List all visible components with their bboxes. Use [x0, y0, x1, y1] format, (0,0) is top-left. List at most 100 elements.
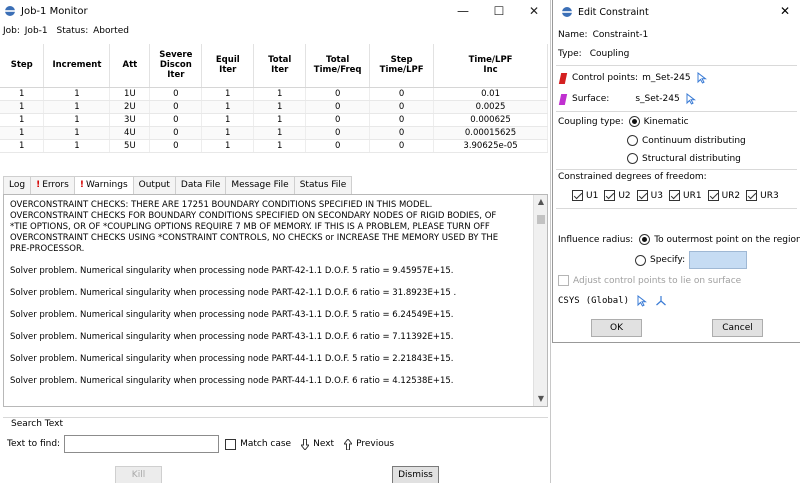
next-button[interactable]: Next	[301, 438, 334, 450]
table-cell: 0	[305, 113, 371, 128]
vertical-scrollbar[interactable]: ▲ ▼	[533, 195, 547, 406]
scroll-down-icon[interactable]: ▼	[534, 392, 547, 406]
column-header[interactable]: Total Iter	[253, 44, 307, 88]
table-row[interactable]: 1 1 3U 0 1 1 0 0 0.000625	[0, 113, 548, 128]
coupling-type-row: Coupling type: Kinematic	[558, 116, 689, 127]
tab-status-file[interactable]: Status File	[293, 176, 353, 194]
tab-data-file[interactable]: Data File	[174, 176, 227, 194]
type-value: Coupling	[589, 49, 630, 59]
dof-checkbox-ur2[interactable]	[707, 190, 719, 201]
separator	[556, 111, 797, 112]
csys-axes-icon[interactable]	[655, 295, 667, 307]
table-cell: 5U	[109, 139, 151, 154]
table-cell: 1	[0, 126, 45, 141]
status-label: Status:	[56, 26, 89, 36]
arrow-down-icon	[301, 438, 310, 450]
ok-button[interactable]: OK	[591, 319, 642, 337]
dialog-close-button[interactable]: ✕	[780, 4, 790, 18]
arrow-up-icon	[344, 438, 353, 450]
tab-errors-label: Errors	[42, 180, 69, 190]
column-header[interactable]: Time/LPF Inc	[433, 44, 548, 88]
edit-selection-arrow-icon[interactable]	[697, 72, 707, 84]
maximize-button[interactable]: ☐	[482, 0, 516, 22]
table-cell: 1	[43, 113, 111, 128]
text-to-find-input[interactable]	[64, 435, 220, 453]
dof-label-u2: U2	[618, 190, 631, 201]
radio-kinematic[interactable]	[628, 116, 640, 127]
table-row[interactable]: 1 1 2U 0 1 1 0 0 0.0025	[0, 100, 548, 114]
column-header[interactable]: Severe Discon Iter	[149, 44, 203, 88]
radio-specify[interactable]	[635, 254, 646, 266]
dof-label-row: Constrained degrees of freedom:	[558, 172, 707, 182]
cancel-button[interactable]: Cancel	[712, 319, 763, 337]
type-row: Type: Coupling	[558, 49, 629, 59]
dof-checkbox-ur3[interactable]	[746, 190, 758, 201]
tab-warnings[interactable]: ! Warnings	[73, 176, 134, 195]
select-csys-arrow-icon[interactable]	[637, 295, 648, 307]
surface-value: s_Set-245	[635, 94, 680, 104]
edit-surface-arrow-icon[interactable]	[686, 93, 696, 105]
name-row: Name: Constraint-1	[558, 30, 648, 40]
radio-outermost-point[interactable]	[639, 234, 651, 245]
dof-label-ur1: UR1	[682, 190, 702, 201]
previous-button[interactable]: Previous	[344, 438, 394, 450]
table-cell: 3U	[109, 113, 151, 128]
column-header[interactable]: Step Time/LPF	[369, 44, 435, 88]
table-cell: 0	[369, 113, 435, 128]
dismiss-button[interactable]: Dismiss	[392, 466, 439, 483]
table-cell: 0.000625	[433, 113, 548, 128]
tab-errors[interactable]: ! Errors	[30, 176, 75, 194]
search-text-group: Search Text Text to find: Match case Nex…	[3, 417, 548, 457]
radio-structural-distributing[interactable]	[627, 153, 638, 164]
tab-message-file[interactable]: Message File	[225, 176, 295, 194]
tab-status-file-label: Status File	[299, 180, 347, 190]
column-header[interactable]: Att	[109, 44, 151, 88]
scroll-thumb[interactable]	[537, 215, 545, 224]
match-case-checkbox[interactable]	[225, 438, 237, 450]
table-row[interactable]: 1 1 1U 0 1 1 0 0 0.01	[0, 87, 548, 101]
warnings-text-area[interactable]: OVERCONSTRAINT CHECKS: THERE ARE 17251 B…	[3, 194, 548, 407]
close-button[interactable]: ✕	[517, 0, 551, 22]
surface-row: Surface: s_Set-245	[558, 93, 696, 105]
dof-checkbox-u2[interactable]	[604, 190, 616, 201]
tab-log[interactable]: Log	[3, 176, 32, 194]
job-name: Job-1	[24, 26, 48, 36]
separator	[556, 208, 797, 209]
table-cell: 1	[201, 100, 255, 114]
column-header[interactable]: Total Time/Freq	[305, 44, 371, 88]
table-cell: 0	[369, 87, 435, 101]
search-row: Text to find: Match case Next Previous	[7, 435, 394, 453]
column-header[interactable]: Equil Iter	[201, 44, 255, 88]
radio-continuum-distributing[interactable]	[627, 135, 638, 146]
table-cell: 0	[369, 139, 435, 154]
kill-button[interactable]: Kill	[115, 466, 162, 483]
surface-marker-icon	[558, 93, 568, 105]
table-cell: 1	[201, 87, 255, 101]
table-cell: 1	[0, 100, 45, 114]
adjust-control-points-checkbox[interactable]	[558, 275, 569, 286]
scroll-up-icon[interactable]: ▲	[534, 195, 547, 209]
kinematic-label: Kinematic	[643, 116, 689, 127]
column-header[interactable]: Increment	[43, 44, 111, 88]
table-cell: 1	[253, 126, 307, 141]
dof-checkbox-u1[interactable]	[572, 190, 583, 201]
csys-row: CSYS (Global)	[558, 295, 667, 307]
tab-output[interactable]: Output	[132, 176, 176, 194]
name-value: Constraint-1	[592, 30, 649, 40]
control-points-row: Control points: m_Set-245	[558, 72, 707, 84]
table-cell: 1	[253, 139, 307, 154]
output-tabs: Log ! Errors ! Warnings Output Data File M…	[3, 176, 353, 195]
name-label: Name:	[558, 30, 588, 40]
minimize-button[interactable]: —	[446, 0, 480, 22]
control-points-label: Control points:	[572, 73, 639, 83]
dialog-titlebar: Edit Constraint	[561, 6, 649, 18]
table-row[interactable]: 1 1 4U 0 1 1 0 0 0.00015625	[0, 126, 548, 141]
window-title: Job-1 Monitor	[21, 5, 88, 17]
dof-checkbox-ur1[interactable]	[668, 190, 680, 201]
table-row[interactable]: 1 1 5U 0 1 1 0 0 3.90625e-05	[0, 139, 548, 154]
table-cell: 0	[149, 113, 203, 128]
dof-checkbox-u3[interactable]	[636, 190, 648, 201]
column-header[interactable]: Step	[0, 44, 45, 88]
specify-radius-input[interactable]	[689, 251, 748, 269]
table-cell: 1	[43, 139, 111, 154]
